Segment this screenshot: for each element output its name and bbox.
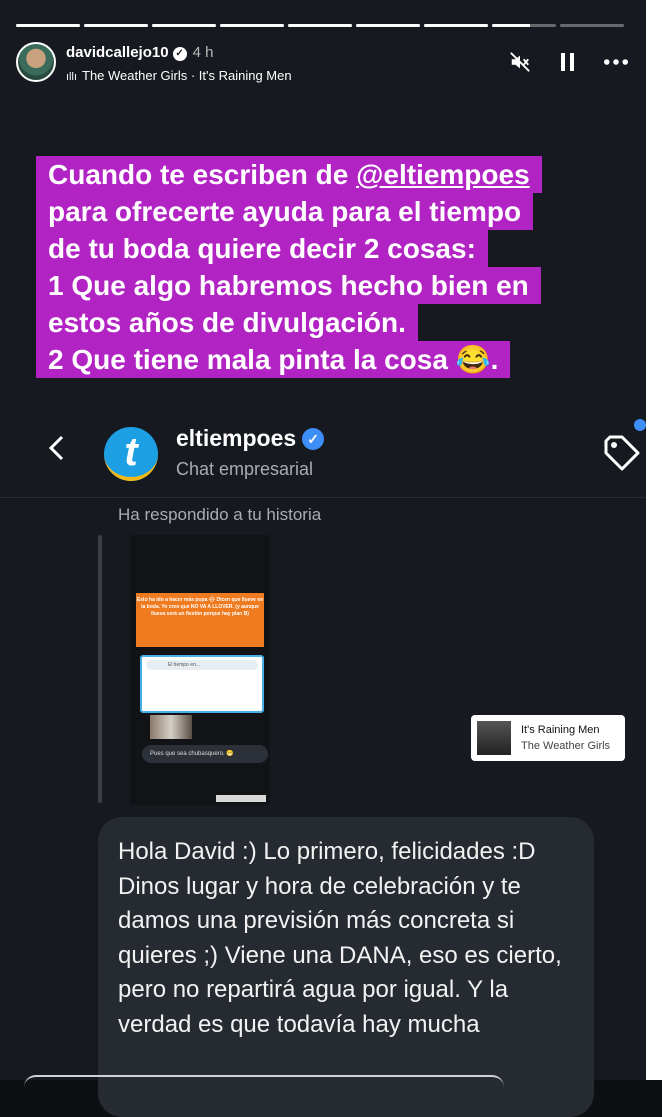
album-art: [477, 721, 511, 755]
chat-title: eltiempoes ✓: [176, 425, 325, 452]
progress-segment: [220, 24, 284, 27]
music-label[interactable]: ıllı The Weather Girls · It's Raining Men: [66, 68, 292, 83]
pause-icon[interactable]: [556, 50, 580, 74]
caption-line: Cuando te escriben de @eltiempoes: [36, 156, 542, 193]
progress-segment: [16, 24, 80, 27]
music-bars-icon: ıllı: [66, 71, 77, 83]
progress-segment: [560, 24, 624, 27]
thumbnail-footer: [216, 795, 266, 802]
progress-segment: [152, 24, 216, 27]
progress-segment: [84, 24, 148, 27]
thumbnail-search: El tiempo en...: [146, 660, 258, 670]
back-arrow-icon[interactable]: [42, 433, 72, 463]
replied-label: Ha respondido a tu historia: [118, 505, 322, 524]
verified-icon: ✓: [172, 47, 187, 61]
thumbnail-reply: Pues que sea chubasquero. 😁: [142, 745, 268, 763]
mention-link[interactable]: @eltiempoes: [356, 159, 530, 190]
chat-name: eltiempoes: [176, 425, 297, 451]
username[interactable]: davidcallejo10: [66, 44, 169, 61]
verified-badge-icon: ✓: [302, 428, 325, 450]
caption-line: de tu boda quiere decir 2 cosas:: [36, 230, 488, 267]
username-row[interactable]: davidcallejo10 ✓ 4 h: [66, 44, 213, 61]
screen-edge: [646, 0, 662, 1080]
progress-segment: [424, 24, 488, 27]
caption-line: para ofrecerte ayuda para el tiempo: [36, 193, 534, 230]
message-bubble: Hola David :) Lo primero, felicidades :D…: [98, 817, 594, 1117]
thumbnail-weather-card: El tiempo en...: [140, 655, 264, 713]
thumbnail-caption: Esto ha ido a hacer más pupa 🌧 Dicen que…: [136, 593, 264, 647]
thumbnail-photo: [150, 715, 192, 739]
caption-line: 1 Que algo habremos hecho bien en: [36, 267, 541, 304]
progress-segment: [288, 24, 352, 27]
reply-input-edge: [24, 1075, 504, 1087]
caption-line: 2 Que tiene mala pinta la cosa 😂.: [36, 341, 511, 378]
notification-dot: [634, 419, 646, 431]
chat-subtitle: Chat empresarial: [176, 459, 314, 479]
chat-screenshot: t eltiempoes ✓ Chat empresarial Ha respon…: [0, 405, 646, 1117]
story-caption: Cuando te escriben de @eltiempoes para of…: [36, 156, 616, 378]
progress-segment: [492, 24, 556, 27]
more-icon[interactable]: [604, 50, 628, 74]
post-time: 4 h: [192, 44, 214, 61]
story-progress: [16, 24, 624, 27]
progress-segment: [356, 24, 420, 27]
song-name[interactable]: The Weather Girls · It's Raining Men: [82, 68, 292, 83]
eltiempo-logo: t: [104, 427, 158, 481]
chat-header: t eltiempoes ✓ Chat empresarial: [0, 405, 646, 498]
message-text: Hola David :) Lo primero, felicidades :D…: [118, 838, 562, 1038]
song-artist: The Weather Girls: [521, 740, 611, 752]
caption-line: estos años de divulgación.: [36, 304, 418, 341]
song-sticker[interactable]: It's Raining Men The Weather Girls: [471, 715, 625, 761]
mute-icon[interactable]: [508, 50, 532, 74]
story-header: davidcallejo10 ✓ 4 h ıllı The Weather Girls…: [16, 42, 628, 86]
story-thumbnail[interactable]: Esto ha ido a hacer más pupa 🌧 Dicen que…: [130, 535, 270, 805]
reply-bar: [98, 535, 102, 803]
avatar[interactable]: [16, 42, 56, 82]
song-title: It's Raining Men: [521, 724, 600, 736]
tag-icon[interactable]: [600, 431, 642, 473]
